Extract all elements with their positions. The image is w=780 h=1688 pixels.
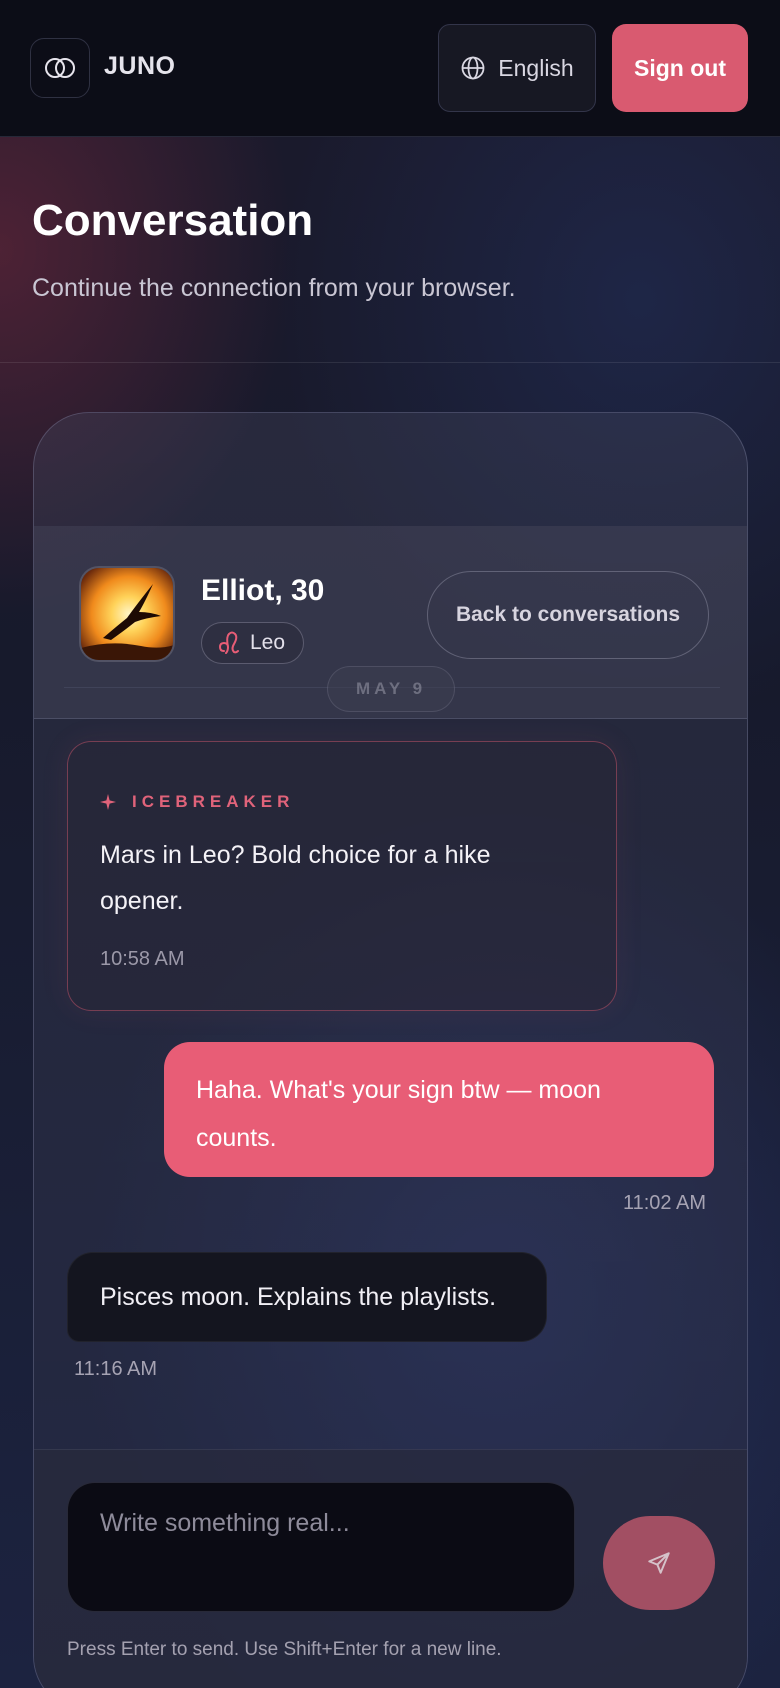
composer-hint: Press Enter to send. Use Shift+Enter for… [67, 1639, 502, 1660]
send-icon [648, 1552, 670, 1574]
message-timestamp: 11:16 AM [74, 1358, 158, 1380]
chat-card: Elliot, 30 Leo Back to conversations MAY… [33, 412, 748, 1688]
hawk-sunset-image [81, 568, 173, 660]
back-to-conversations-button[interactable]: Back to conversations [427, 571, 709, 659]
chat-header: Elliot, 30 Leo Back to conversations MAY… [34, 526, 747, 719]
match-name: Elliot, 30 [201, 574, 325, 607]
leo-icon [218, 631, 239, 654]
outgoing-message: Haha. What's your sign btw — moon counts… [164, 1042, 714, 1177]
send-button[interactable] [603, 1516, 715, 1610]
incoming-message: Pisces moon. Explains the playlists. [67, 1252, 547, 1342]
top-bar: JUNO English Sign out [0, 0, 780, 137]
message-composer: Press Enter to send. Use Shift+Enter for… [34, 1449, 747, 1688]
zodiac-badge: Leo [201, 622, 305, 664]
brand-name: JUNO [104, 52, 176, 80]
icebreaker-label-text: ICEBREAKER [132, 792, 295, 811]
page-subtitle: Continue the connection from your browse… [32, 274, 516, 302]
zodiac-label: Leo [250, 631, 286, 654]
icebreaker-label: ICEBREAKER [100, 792, 294, 812]
message-text: Mars in Leo? Bold choice for a hike open… [100, 841, 491, 915]
header-divider [0, 362, 780, 363]
globe-icon [461, 56, 485, 80]
icebreaker-message: ICEBREAKER Mars in Leo? Bold choice for … [67, 741, 617, 1011]
message-timestamp: 11:02 AM [622, 1192, 706, 1214]
interlocking-rings-icon [45, 58, 75, 78]
match-avatar[interactable] [79, 566, 175, 662]
logo[interactable] [30, 38, 90, 98]
page-title: Conversation [32, 196, 314, 245]
sparkle-icon [100, 794, 116, 810]
date-divider: MAY 9 [327, 666, 455, 712]
message-input[interactable] [67, 1482, 575, 1612]
language-label: English [498, 54, 574, 81]
sign-out-button[interactable]: Sign out [612, 24, 748, 112]
language-button[interactable]: English [438, 24, 596, 112]
message-timestamp: 10:58 AM [100, 948, 185, 970]
